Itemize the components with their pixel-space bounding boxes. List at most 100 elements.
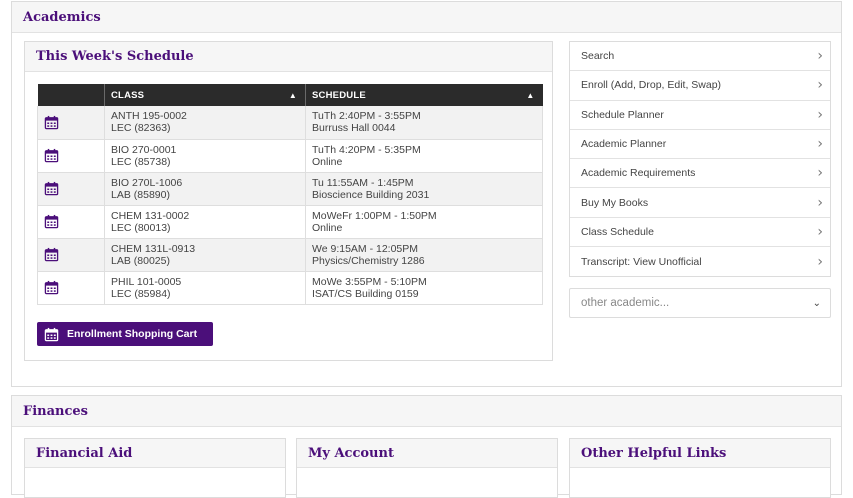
sort-asc-icon[interactable]: ▲ bbox=[289, 91, 297, 100]
menu-item-label: Class Schedule bbox=[581, 225, 654, 238]
financial-aid-card: Financial Aid bbox=[24, 438, 286, 498]
class-section: LEC (80013) bbox=[111, 221, 171, 234]
schedule-cell: We 9:15AM - 12:05PM Physics/Chemistry 128… bbox=[305, 238, 543, 272]
finances-title: Finances bbox=[12, 396, 841, 427]
enrollment-shopping-cart-button[interactable]: Enrollment Shopping Cart bbox=[37, 322, 213, 346]
row-icon-cell[interactable] bbox=[37, 106, 105, 140]
calendar-icon[interactable] bbox=[44, 181, 59, 196]
academic-menu-item[interactable]: Search › bbox=[570, 42, 830, 72]
class-time: MoWe 3:55PM - 5:10PM bbox=[312, 275, 427, 288]
schedule-cell: TuTh 4:20PM - 5:35PM Online bbox=[305, 139, 543, 173]
chevron-right-icon: › bbox=[817, 77, 823, 94]
academics-section: Academics This Week's Schedule CLASS ▲ S… bbox=[11, 1, 842, 387]
cart-button-label: Enrollment Shopping Cart bbox=[67, 328, 198, 340]
table-row: BIO 270L-1006 LAB (85890) Tu 11:55AM - 1:4… bbox=[37, 172, 543, 206]
schedule-title: This Week's Schedule bbox=[25, 42, 552, 72]
academic-menu: Search › Enroll (Add, Drop, Edit, Swap) › Sc… bbox=[569, 41, 831, 277]
schedule-table: CLASS ▲ SCHEDULE ▲ ANTH 195-0002 LEC (823… bbox=[37, 84, 543, 305]
my-account-title: My Account bbox=[297, 439, 557, 468]
chevron-down-icon: ⌄ bbox=[812, 297, 821, 309]
class-section: LEC (82363) bbox=[111, 122, 171, 135]
class-section: LEC (85738) bbox=[111, 155, 171, 168]
calendar-icon[interactable] bbox=[44, 247, 59, 262]
schedule-column-header[interactable]: SCHEDULE ▲ bbox=[305, 84, 543, 106]
class-cell: CHEM 131-0002 LEC (80013) bbox=[104, 205, 306, 239]
class-code: BIO 270-0001 bbox=[111, 143, 177, 156]
my-account-card: My Account bbox=[296, 438, 558, 498]
class-location: Online bbox=[312, 221, 343, 234]
academic-menu-item[interactable]: Transcript: View Unofficial › bbox=[570, 247, 830, 276]
class-section: LAB (85890) bbox=[111, 188, 170, 201]
table-row: CHEM 131-0002 LEC (80013) MoWeFr 1:00PM - … bbox=[37, 205, 543, 239]
menu-item-label: Schedule Planner bbox=[581, 108, 664, 121]
class-location: Bioscience Building 2031 bbox=[312, 188, 430, 201]
icon-column-header bbox=[37, 84, 105, 106]
row-icon-cell[interactable] bbox=[37, 238, 105, 272]
class-header-label: CLASS bbox=[111, 89, 145, 101]
class-code: CHEM 131-0002 bbox=[111, 209, 190, 222]
sort-asc-icon[interactable]: ▲ bbox=[526, 91, 534, 100]
schedule-cell: MoWeFr 1:00PM - 1:50PM Online bbox=[305, 205, 543, 239]
class-column-header[interactable]: CLASS ▲ bbox=[104, 84, 306, 106]
class-location: Burruss Hall 0044 bbox=[312, 122, 396, 135]
class-cell: ANTH 195-0002 LEC (82363) bbox=[104, 106, 306, 140]
calendar-icon[interactable] bbox=[44, 148, 59, 163]
class-cell: CHEM 131L-0913 LAB (80025) bbox=[104, 238, 306, 272]
class-time: We 9:15AM - 12:05PM bbox=[312, 242, 419, 255]
academic-menu-item[interactable]: Academic Requirements › bbox=[570, 159, 830, 189]
calendar-icon[interactable] bbox=[44, 214, 59, 229]
other-helpful-links-card: Other Helpful Links bbox=[569, 438, 831, 498]
other-academic-select[interactable]: other academic... ⌄ bbox=[569, 288, 831, 318]
class-time: Tu 11:55AM - 1:45PM bbox=[312, 176, 414, 189]
table-row: PHIL 101-0005 LEC (85984) MoWe 3:55PM - 5:… bbox=[37, 271, 543, 305]
menu-item-label: Academic Requirements bbox=[581, 167, 696, 180]
chevron-right-icon: › bbox=[817, 223, 823, 240]
finances-section: Finances Financial Aid My Account Other … bbox=[11, 395, 842, 498]
class-code: ANTH 195-0002 bbox=[111, 110, 187, 123]
other-academic-value: other academic... bbox=[581, 297, 670, 309]
menu-item-label: Transcript: View Unofficial bbox=[581, 255, 702, 268]
row-icon-cell[interactable] bbox=[37, 139, 105, 173]
class-location: Online bbox=[312, 155, 343, 168]
chevron-right-icon: › bbox=[817, 194, 823, 211]
schedule-header-label: SCHEDULE bbox=[312, 89, 366, 101]
class-location: ISAT/CS Building 0159 bbox=[312, 287, 419, 300]
class-cell: BIO 270L-1006 LAB (85890) bbox=[104, 172, 306, 206]
class-section: LEC (85984) bbox=[111, 287, 171, 300]
academic-menu-item[interactable]: Class Schedule › bbox=[570, 218, 830, 248]
academics-title: Academics bbox=[12, 2, 841, 33]
menu-item-label: Search bbox=[581, 50, 615, 63]
class-cell: BIO 270-0001 LEC (85738) bbox=[104, 139, 306, 173]
calendar-icon[interactable] bbox=[44, 280, 59, 295]
table-row: CHEM 131L-0913 LAB (80025) We 9:15AM - 12:… bbox=[37, 238, 543, 272]
row-icon-cell[interactable] bbox=[37, 205, 105, 239]
financial-aid-title: Financial Aid bbox=[25, 439, 285, 468]
table-header-row: CLASS ▲ SCHEDULE ▲ bbox=[37, 84, 543, 106]
menu-item-label: Academic Planner bbox=[581, 138, 667, 151]
row-icon-cell[interactable] bbox=[37, 271, 105, 305]
weekly-schedule-panel: This Week's Schedule CLASS ▲ SCHEDULE ▲ … bbox=[24, 41, 553, 361]
menu-item-label: Enroll (Add, Drop, Edit, Swap) bbox=[581, 79, 722, 92]
class-section: LAB (80025) bbox=[111, 254, 170, 267]
chevron-right-icon: › bbox=[817, 253, 823, 270]
other-helpful-links-title: Other Helpful Links bbox=[570, 439, 830, 468]
class-time: TuTh 4:20PM - 5:35PM bbox=[312, 143, 421, 156]
class-time: MoWeFr 1:00PM - 1:50PM bbox=[312, 209, 437, 222]
chevron-right-icon: › bbox=[817, 165, 823, 182]
schedule-cell: MoWe 3:55PM - 5:10PM ISAT/CS Building 015… bbox=[305, 271, 543, 305]
calendar-icon bbox=[44, 327, 59, 341]
academic-menu-item[interactable]: Enroll (Add, Drop, Edit, Swap) › bbox=[570, 71, 830, 101]
class-time: TuTh 2:40PM - 3:55PM bbox=[312, 110, 421, 123]
class-code: BIO 270L-1006 bbox=[111, 176, 183, 189]
calendar-icon[interactable] bbox=[44, 115, 59, 130]
chevron-right-icon: › bbox=[817, 136, 823, 153]
academic-menu-item[interactable]: Buy My Books › bbox=[570, 188, 830, 218]
schedule-cell: Tu 11:55AM - 1:45PM Bioscience Building 2… bbox=[305, 172, 543, 206]
class-code: PHIL 101-0005 bbox=[111, 275, 182, 288]
academic-menu-item[interactable]: Schedule Planner › bbox=[570, 101, 830, 130]
row-icon-cell[interactable] bbox=[37, 172, 105, 206]
table-row: BIO 270-0001 LEC (85738) TuTh 4:20PM - 5:3… bbox=[37, 139, 543, 173]
schedule-cell: TuTh 2:40PM - 3:55PM Burruss Hall 0044 bbox=[305, 106, 543, 140]
chevron-right-icon: › bbox=[817, 48, 823, 65]
academic-menu-item[interactable]: Academic Planner › bbox=[570, 130, 830, 160]
